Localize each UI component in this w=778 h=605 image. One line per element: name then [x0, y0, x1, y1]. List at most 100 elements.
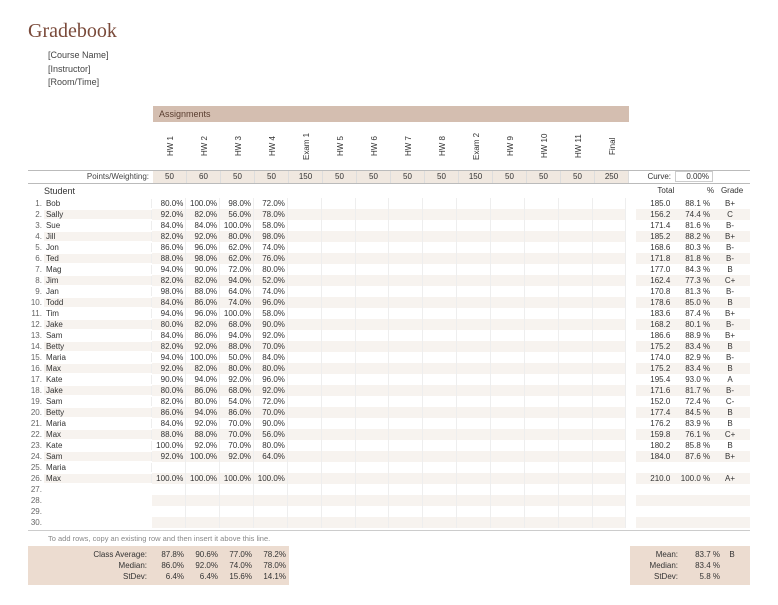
score-cell[interactable] [593, 396, 627, 407]
score-cell[interactable]: 88.0% [152, 429, 186, 440]
score-cell[interactable]: 50.0% [220, 352, 254, 363]
score-cell[interactable] [423, 374, 457, 385]
score-cell[interactable] [322, 198, 356, 209]
score-cell[interactable] [389, 330, 423, 341]
score-cell[interactable] [389, 451, 423, 462]
score-cell[interactable] [389, 275, 423, 286]
score-cell[interactable] [356, 275, 390, 286]
score-cell[interactable] [356, 242, 390, 253]
points-cell[interactable]: 50 [561, 171, 595, 183]
score-cell[interactable]: 100.0% [152, 440, 186, 451]
score-cell[interactable] [288, 275, 322, 286]
score-cell[interactable] [288, 308, 322, 319]
score-cell[interactable] [525, 385, 559, 396]
score-cell[interactable] [254, 495, 288, 506]
score-cell[interactable] [593, 253, 627, 264]
score-cell[interactable] [254, 517, 288, 528]
score-cell[interactable] [356, 319, 390, 330]
score-cell[interactable]: 70.0% [220, 440, 254, 451]
student-name[interactable]: Kate [44, 375, 153, 384]
score-cell[interactable]: 72.0% [254, 396, 288, 407]
score-cell[interactable] [322, 253, 356, 264]
score-cell[interactable]: 70.0% [220, 429, 254, 440]
score-cell[interactable]: 92.0% [220, 451, 254, 462]
score-cell[interactable] [288, 473, 322, 484]
score-cell[interactable] [457, 429, 491, 440]
score-cell[interactable] [525, 374, 559, 385]
score-cell[interactable] [559, 242, 593, 253]
score-cell[interactable] [525, 462, 559, 473]
score-cell[interactable] [288, 429, 322, 440]
points-cell[interactable]: 50 [391, 171, 425, 183]
score-cell[interactable]: 68.0% [220, 385, 254, 396]
score-cell[interactable] [322, 209, 356, 220]
score-cell[interactable] [593, 495, 627, 506]
score-cell[interactable] [288, 506, 322, 517]
score-cell[interactable] [322, 462, 356, 473]
score-cell[interactable] [491, 330, 525, 341]
score-cell[interactable] [593, 473, 627, 484]
score-cell[interactable] [457, 198, 491, 209]
score-cell[interactable]: 90.0% [254, 319, 288, 330]
score-cell[interactable] [491, 462, 525, 473]
score-cell[interactable] [389, 297, 423, 308]
student-name[interactable]: Jon [44, 243, 153, 252]
score-cell[interactable] [559, 374, 593, 385]
score-cell[interactable]: 100.0% [220, 308, 254, 319]
score-cell[interactable] [491, 352, 525, 363]
score-cell[interactable] [525, 363, 559, 374]
score-cell[interactable] [288, 220, 322, 231]
student-name[interactable]: Max [44, 430, 153, 439]
score-cell[interactable] [525, 209, 559, 220]
score-cell[interactable] [593, 363, 627, 374]
score-cell[interactable]: 80.0% [152, 385, 186, 396]
score-cell[interactable]: 74.0% [254, 286, 288, 297]
score-cell[interactable] [525, 242, 559, 253]
score-cell[interactable] [457, 253, 491, 264]
score-cell[interactable] [457, 396, 491, 407]
score-cell[interactable] [356, 341, 390, 352]
score-cell[interactable] [525, 484, 559, 495]
score-cell[interactable]: 92.0% [186, 341, 220, 352]
score-cell[interactable] [457, 451, 491, 462]
score-cell[interactable]: 92.0% [254, 330, 288, 341]
score-cell[interactable] [457, 440, 491, 451]
score-cell[interactable] [288, 440, 322, 451]
score-cell[interactable] [593, 407, 627, 418]
student-name[interactable]: Sally [44, 210, 153, 219]
score-cell[interactable] [423, 418, 457, 429]
score-cell[interactable]: 84.0% [186, 220, 220, 231]
score-cell[interactable] [356, 517, 390, 528]
score-cell[interactable]: 86.0% [152, 407, 186, 418]
score-cell[interactable] [457, 286, 491, 297]
score-cell[interactable]: 82.0% [152, 231, 186, 242]
score-cell[interactable] [389, 209, 423, 220]
score-cell[interactable]: 84.0% [152, 220, 186, 231]
score-cell[interactable]: 80.0% [220, 231, 254, 242]
score-cell[interactable] [356, 253, 390, 264]
score-cell[interactable] [491, 495, 525, 506]
student-name[interactable]: Sam [44, 452, 153, 461]
score-cell[interactable]: 74.0% [220, 297, 254, 308]
score-cell[interactable] [423, 385, 457, 396]
score-cell[interactable] [491, 297, 525, 308]
score-cell[interactable] [491, 429, 525, 440]
score-cell[interactable] [559, 429, 593, 440]
score-cell[interactable] [423, 462, 457, 473]
score-cell[interactable] [593, 429, 627, 440]
score-cell[interactable] [356, 484, 390, 495]
score-cell[interactable] [322, 319, 356, 330]
score-cell[interactable] [423, 407, 457, 418]
score-cell[interactable]: 94.0% [220, 275, 254, 286]
score-cell[interactable] [525, 506, 559, 517]
score-cell[interactable]: 82.0% [152, 275, 186, 286]
score-cell[interactable]: 82.0% [186, 363, 220, 374]
score-cell[interactable]: 84.0% [152, 418, 186, 429]
score-cell[interactable] [593, 209, 627, 220]
student-name[interactable]: Maria [44, 463, 153, 472]
score-cell[interactable] [186, 462, 220, 473]
score-cell[interactable]: 90.0% [152, 374, 186, 385]
score-cell[interactable] [593, 308, 627, 319]
score-cell[interactable] [423, 275, 457, 286]
score-cell[interactable] [457, 220, 491, 231]
